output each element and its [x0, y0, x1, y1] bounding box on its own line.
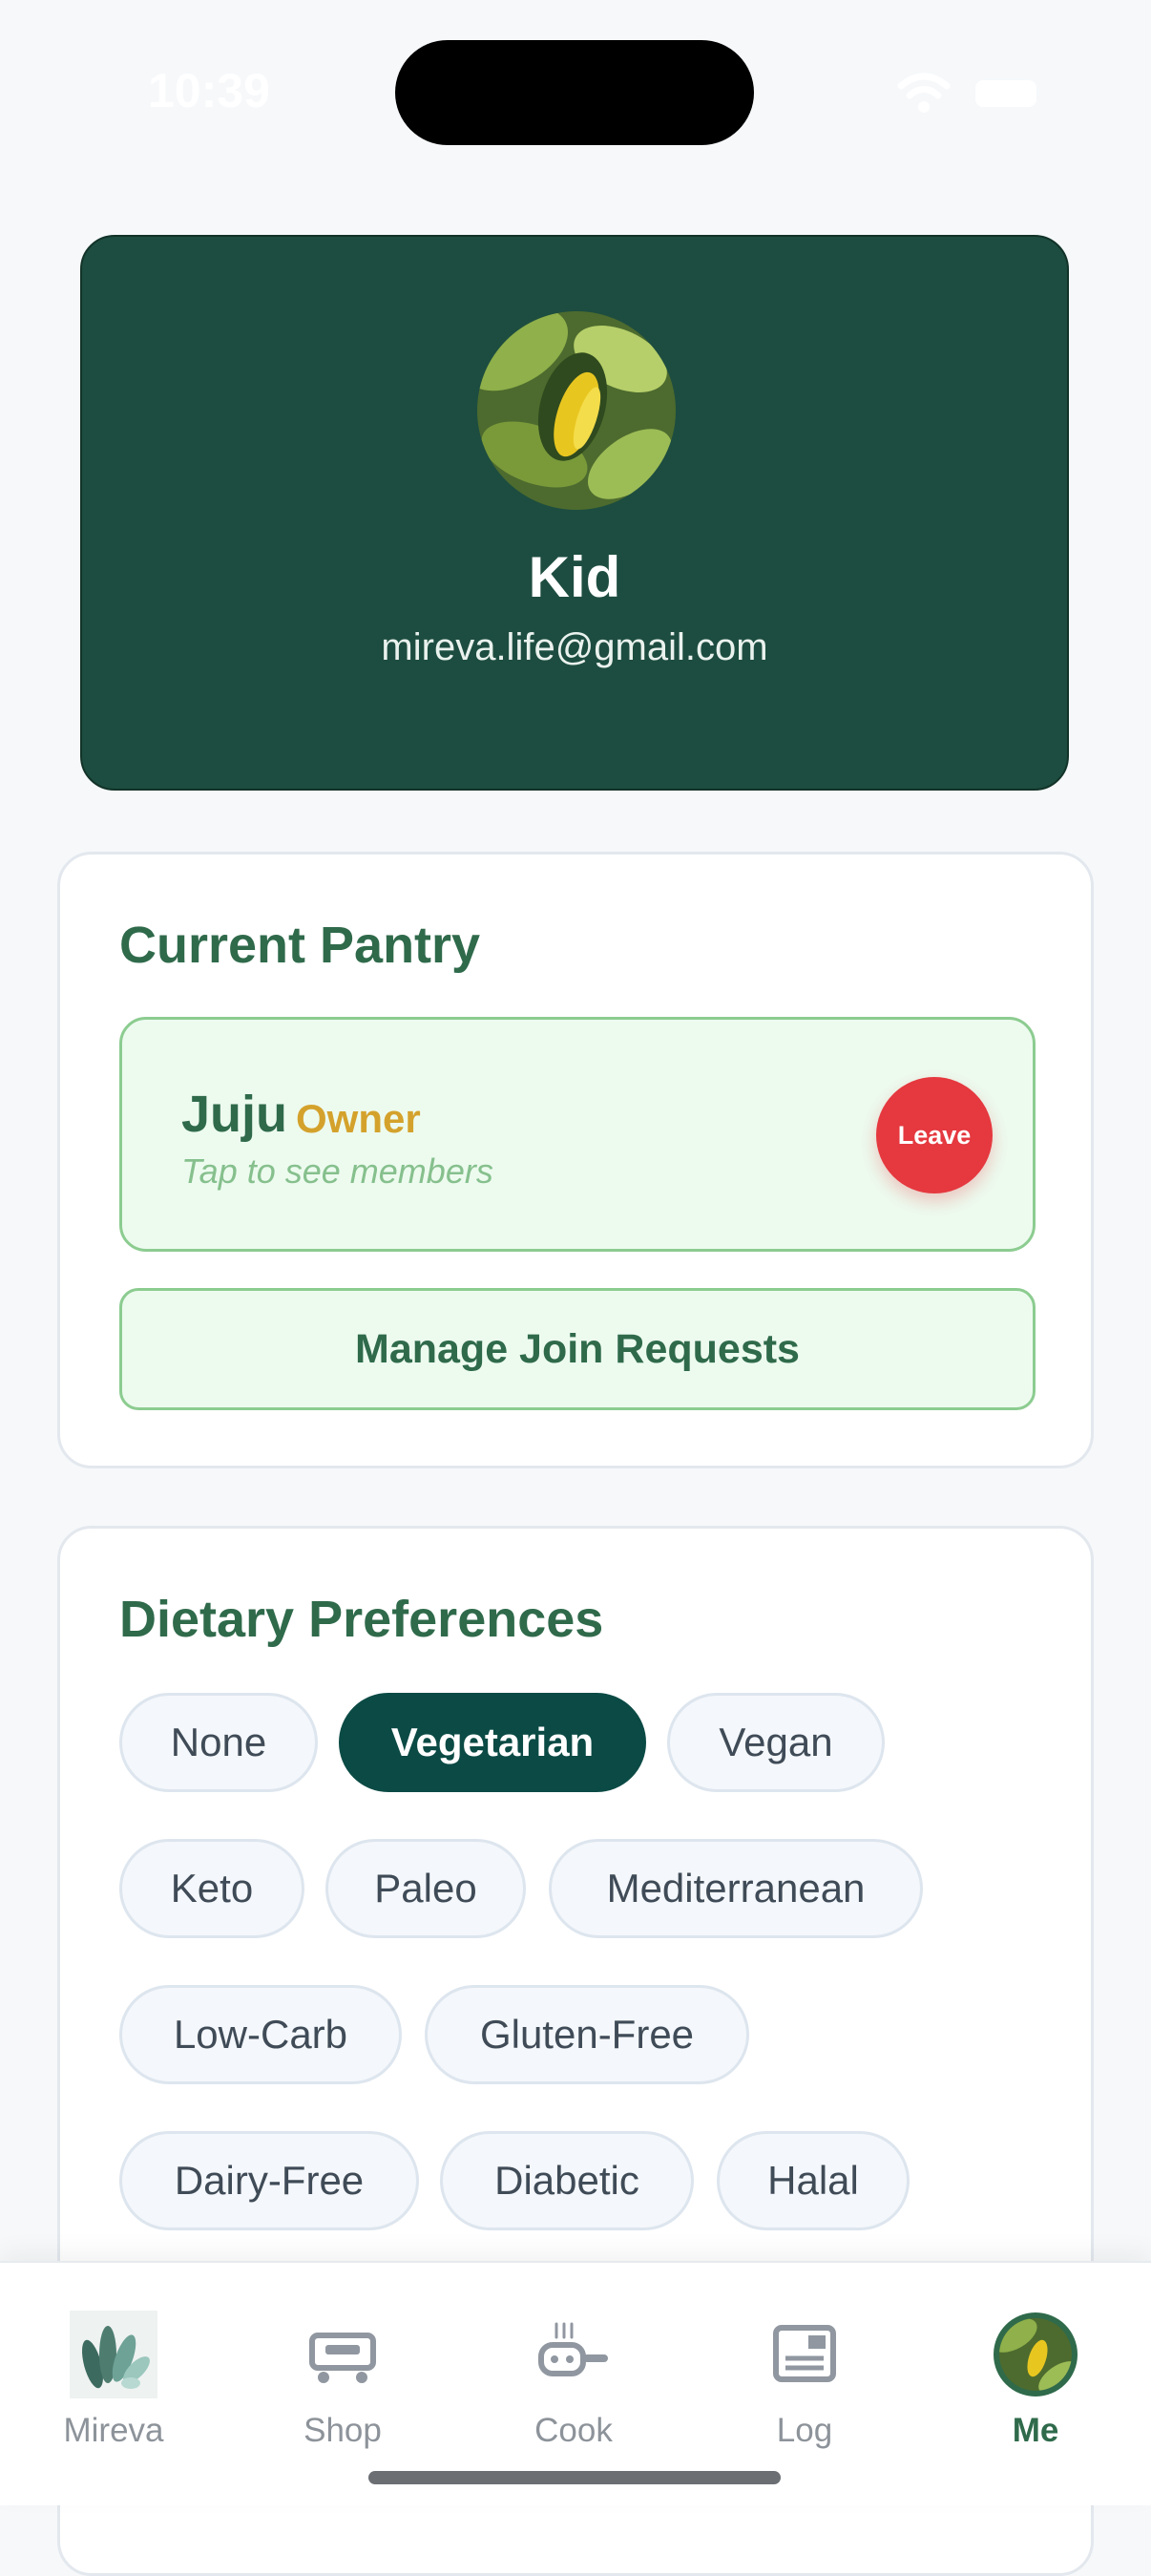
- profile-email: mireva.life@gmail.com: [381, 626, 768, 668]
- leave-button[interactable]: Leave: [876, 1077, 993, 1193]
- pantry-name: Juju: [181, 1086, 288, 1143]
- pantry-hint: Tap to see members: [181, 1151, 493, 1191]
- diet-chip-low-carb[interactable]: Low-Carb: [119, 1985, 402, 2084]
- nav-item-mireva[interactable]: Mireva: [18, 2263, 209, 2454]
- diet-chip-keto[interactable]: Keto: [119, 1839, 304, 1938]
- status-time: 10:39: [148, 64, 270, 117]
- shopping-cart-icon: [309, 2333, 376, 2383]
- wifi-icon: [897, 73, 951, 113]
- avatar-icon: [994, 2312, 1078, 2397]
- nav-label-log: Log: [776, 2412, 833, 2449]
- diet-chip-paleo[interactable]: Paleo: [325, 1839, 526, 1938]
- pantry-row[interactable]: Juju Owner Tap to see members Leave: [119, 1017, 1036, 1252]
- diet-chip-vegan[interactable]: Vegan: [667, 1693, 885, 1792]
- mireva-logo-icon: [70, 2311, 157, 2398]
- nav-item-me[interactable]: Me: [940, 2263, 1131, 2454]
- home-indicator: [368, 2471, 781, 2484]
- nav-item-log[interactable]: Log: [709, 2263, 900, 2454]
- current-pantry-card: Current Pantry Juju Owner Tap to see mem…: [57, 852, 1094, 1468]
- diet-chip-mediterranean[interactable]: Mediterranean: [549, 1839, 923, 1938]
- diet-chip-none[interactable]: None: [119, 1693, 318, 1792]
- dietary-preferences-title: Dietary Preferences: [119, 1591, 604, 1648]
- nav-label-mireva: Mireva: [63, 2412, 164, 2449]
- battery-icon: [975, 80, 1036, 107]
- nav-label-cook: Cook: [534, 2412, 613, 2449]
- log-book-icon: [773, 2325, 836, 2382]
- profile-name: Kid: [528, 545, 621, 609]
- nav-item-shop[interactable]: Shop: [247, 2263, 438, 2454]
- manage-join-requests-button[interactable]: Manage Join Requests: [119, 1288, 1036, 1410]
- cooking-pot-icon: [538, 2322, 608, 2376]
- nav-label-shop: Shop: [303, 2412, 382, 2449]
- diet-chip-gluten-free[interactable]: Gluten-Free: [425, 1985, 749, 2084]
- current-pantry-title: Current Pantry: [119, 917, 481, 974]
- nav-item-cook[interactable]: Cook: [478, 2263, 669, 2454]
- pantry-role-badge: Owner: [296, 1096, 421, 1141]
- nav-label-me: Me: [1012, 2412, 1059, 2449]
- diet-chip-diabetic[interactable]: Diabetic: [440, 2131, 694, 2230]
- profile-card: Kid mireva.life@gmail.com: [80, 235, 1069, 791]
- diet-chip-halal[interactable]: Halal: [717, 2131, 910, 2230]
- diet-chip-dairy-free[interactable]: Dairy-Free: [119, 2131, 419, 2230]
- diet-chip-vegetarian[interactable]: Vegetarian: [339, 1693, 646, 1792]
- dynamic-island: [395, 40, 754, 145]
- bottom-nav: Mireva Shop Cook Log Me: [0, 2261, 1151, 2505]
- profile-avatar[interactable]: [477, 311, 676, 510]
